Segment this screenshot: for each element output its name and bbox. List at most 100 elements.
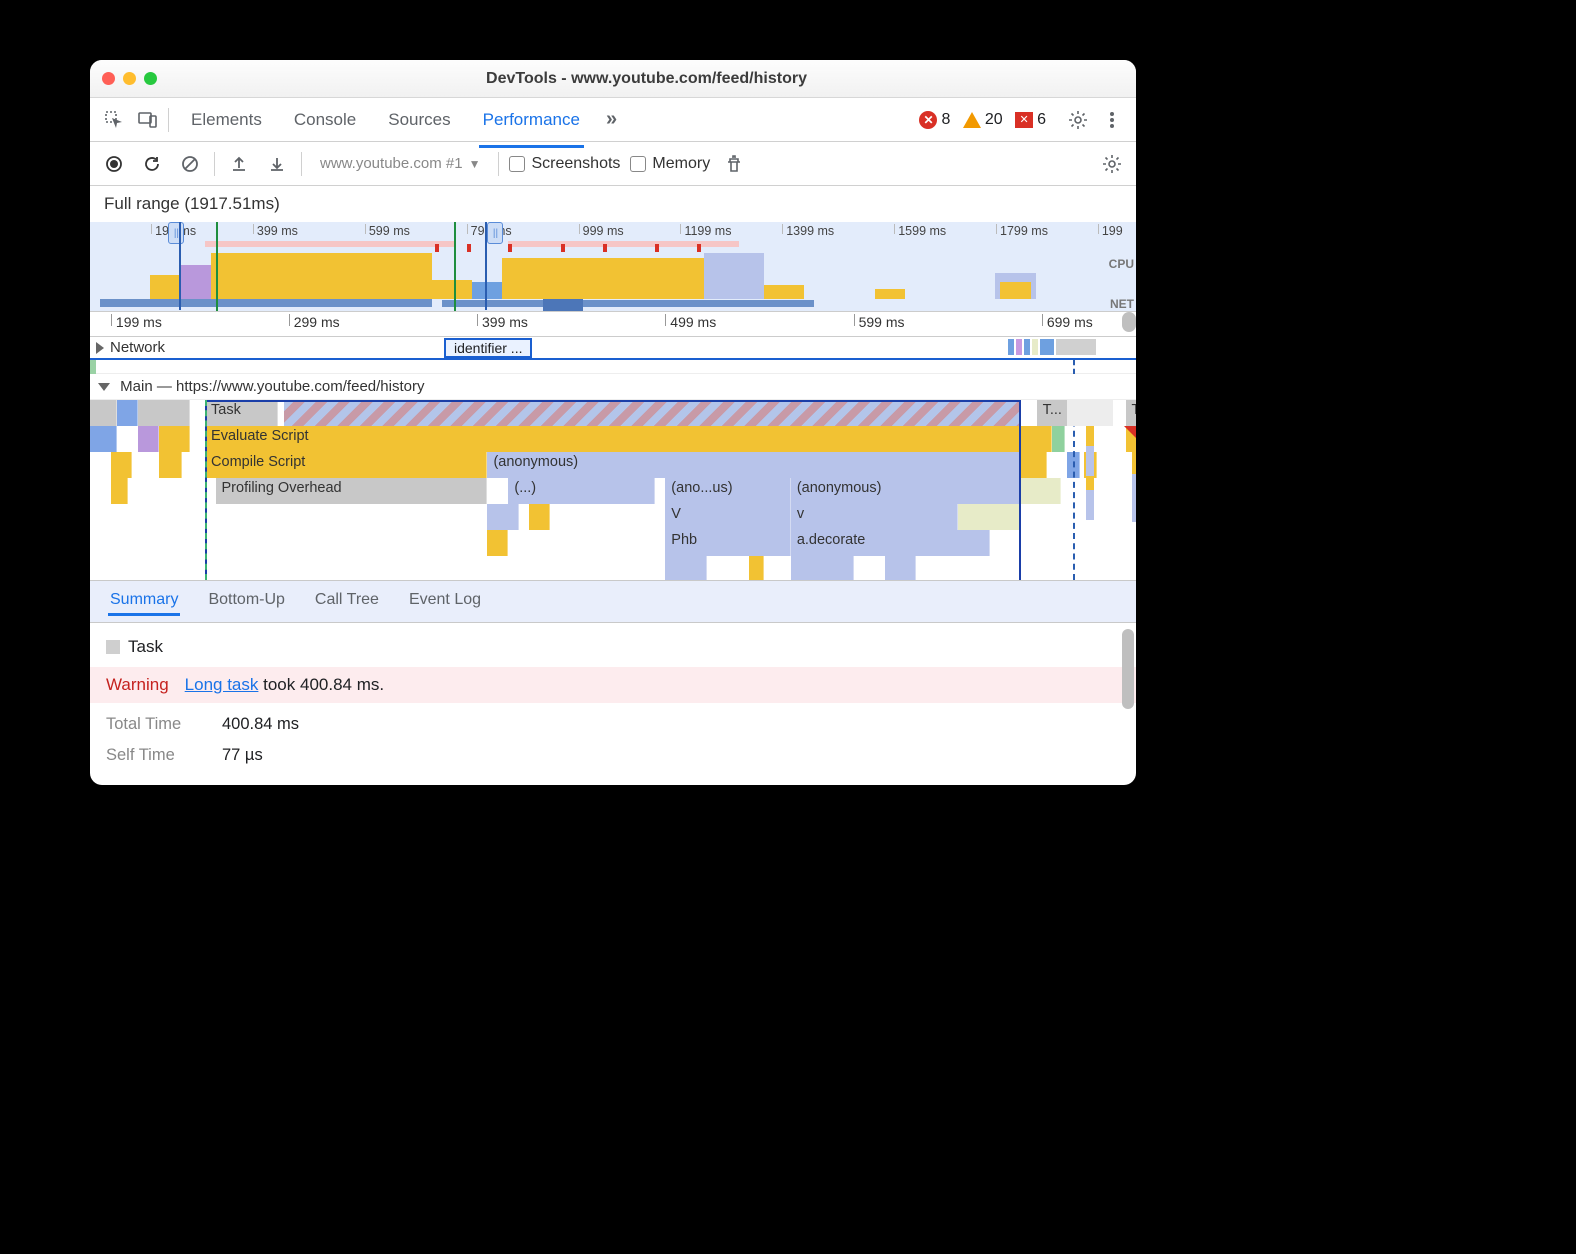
error-count: 8 [941, 111, 950, 129]
summary-title: Task [128, 637, 163, 657]
overview-tick: 1599 ms [894, 224, 946, 234]
clear-icon[interactable] [176, 150, 204, 178]
flame-compile-script[interactable]: Compile Script [205, 452, 487, 478]
devtools-window: DevTools - www.youtube.com/feed/history … [90, 60, 1136, 785]
detail-tabs: Summary Bottom-Up Call Tree Event Log [90, 580, 1136, 623]
expand-right-icon[interactable] [96, 342, 104, 354]
overview-tick: 999 ms [579, 224, 624, 234]
flame-profiling-overhead[interactable]: Profiling Overhead [216, 478, 488, 504]
flame-chart[interactable]: Task T... T...k Evaluate Script F...k Co… [90, 400, 1136, 580]
memory-label: Memory [652, 155, 710, 173]
ruler-tick: 299 ms [289, 314, 340, 326]
upload-icon[interactable] [225, 150, 253, 178]
inspect-icon[interactable] [100, 106, 128, 134]
tab-sources[interactable]: Sources [384, 101, 454, 139]
error-icon: ✕ [919, 111, 937, 129]
summary-panel: Task Warning Long task took 400.84 ms. T… [90, 623, 1136, 785]
tab-elements[interactable]: Elements [187, 101, 266, 139]
more-menu-icon[interactable] [1098, 106, 1126, 134]
task-color-swatch [106, 640, 120, 654]
total-time-label: Total Time [106, 715, 198, 734]
total-time-value: 400.84 ms [222, 715, 299, 734]
recording-dropdown[interactable]: www.youtube.com #1 ▼ [312, 153, 488, 174]
main-thread-heading[interactable]: Main — https://www.youtube.com/feed/hist… [90, 374, 1136, 400]
identifier-pill[interactable]: identifier ... [444, 338, 532, 358]
ruler-tick: 599 ms [854, 314, 905, 326]
minimize-dot[interactable] [123, 72, 136, 85]
chevron-down-icon: ▼ [469, 157, 481, 171]
network-label: Network [110, 339, 165, 356]
expand-down-icon[interactable] [98, 383, 110, 391]
screenshots-label: Screenshots [531, 155, 620, 173]
settings-gear-icon[interactable] [1064, 106, 1092, 134]
perf-settings-gear-icon[interactable] [1098, 150, 1126, 178]
flame-phb[interactable]: Phb [665, 530, 791, 556]
timeline-ruler[interactable]: 199 ms 299 ms 399 ms 499 ms 599 ms 699 m… [90, 312, 1136, 336]
tab-bottom-up[interactable]: Bottom-Up [206, 587, 286, 616]
ruler-tick: 499 ms [665, 314, 716, 326]
summary-scrollbar[interactable] [1122, 629, 1134, 709]
network-lane[interactable]: Network identifier ... [90, 336, 1136, 360]
window-title: DevTools - www.youtube.com/feed/history [169, 70, 1124, 88]
overview-minimap[interactable]: 199 ms 399 ms 599 ms 799 ms 999 ms 1199 … [90, 222, 1136, 312]
self-time-label: Self Time [106, 746, 198, 765]
ruler-tick: 399 ms [477, 314, 528, 326]
tab-call-tree[interactable]: Call Tree [313, 587, 381, 616]
overview-tick: 1399 ms [782, 224, 834, 234]
vertical-scrollbar[interactable] [1122, 312, 1136, 332]
download-icon[interactable] [263, 150, 291, 178]
overview-selection[interactable] [179, 222, 488, 310]
flame-task-label[interactable]: Task [205, 400, 278, 426]
record-icon[interactable] [100, 150, 128, 178]
close-dot[interactable] [102, 72, 115, 85]
issues-flag-icon: ✕ [1015, 112, 1033, 128]
self-time-value: 77 µs [222, 746, 263, 765]
panel-tabs-row: Elements Console Sources Performance » ✕… [90, 98, 1136, 142]
tab-event-log[interactable]: Event Log [407, 587, 483, 616]
overview-tick: 1799 ms [996, 224, 1048, 234]
long-task-link[interactable]: Long task [185, 675, 259, 694]
flame-paren[interactable]: (...) [508, 478, 654, 504]
device-toggle-icon[interactable] [134, 106, 162, 134]
perf-toolbar: www.youtube.com #1 ▼ Screenshots Memory [90, 142, 1136, 186]
net-request-blips [1008, 339, 1096, 355]
cpu-label: CPU [1109, 257, 1134, 271]
garbage-collect-icon[interactable] [720, 150, 748, 178]
long-task-warning-icon [1124, 426, 1136, 442]
flame-v-upper[interactable]: V [665, 504, 791, 530]
issue-counts[interactable]: ✕ 8 20 ✕ 6 [919, 111, 1046, 129]
flame-anonymous-2[interactable]: (anonymous) [791, 478, 1021, 504]
tab-summary[interactable]: Summary [108, 587, 180, 616]
panel-tabs: Elements Console Sources Performance [187, 101, 584, 139]
flame-anon-short[interactable]: (ano...us) [665, 478, 791, 504]
screenshots-checkbox[interactable]: Screenshots [509, 155, 620, 173]
net-label: NET [1110, 297, 1134, 311]
warning-label: Warning [106, 675, 169, 695]
overview-tick: 1199 ms [680, 224, 731, 234]
checkbox-icon [509, 156, 525, 172]
tab-performance[interactable]: Performance [479, 101, 584, 148]
flame-task-selected-bar[interactable] [284, 400, 1021, 426]
titlebar: DevTools - www.youtube.com/feed/history [90, 60, 1136, 98]
flag-count: 6 [1037, 111, 1046, 129]
zoom-dot[interactable] [144, 72, 157, 85]
flame-evaluate-script[interactable]: Evaluate Script [205, 426, 1052, 452]
more-tabs-icon[interactable]: » [606, 108, 613, 131]
flame-task-short[interactable]: T... [1037, 400, 1068, 426]
ruler-tick: 699 ms [1042, 314, 1093, 326]
ruler-tick: 199 ms [111, 314, 162, 326]
memory-checkbox[interactable]: Memory [630, 155, 710, 173]
overview-handle-right[interactable] [487, 222, 503, 244]
warning-row: Warning Long task took 400.84 ms. [90, 667, 1136, 703]
flame-task-short[interactable]: T...k [1126, 400, 1136, 426]
recording-name: www.youtube.com #1 [320, 155, 463, 172]
tab-console[interactable]: Console [290, 101, 360, 139]
flame-v-lower[interactable]: v [791, 504, 958, 530]
reload-icon[interactable] [138, 150, 166, 178]
traffic-lights [102, 72, 157, 85]
flame-decorate[interactable]: a.decorate [791, 530, 990, 556]
full-range-label: Full range (1917.51ms) [90, 186, 1136, 222]
warning-count: 20 [985, 111, 1003, 129]
flame-anonymous[interactable]: (anonymous) [487, 452, 1020, 478]
start-marker [205, 400, 207, 580]
